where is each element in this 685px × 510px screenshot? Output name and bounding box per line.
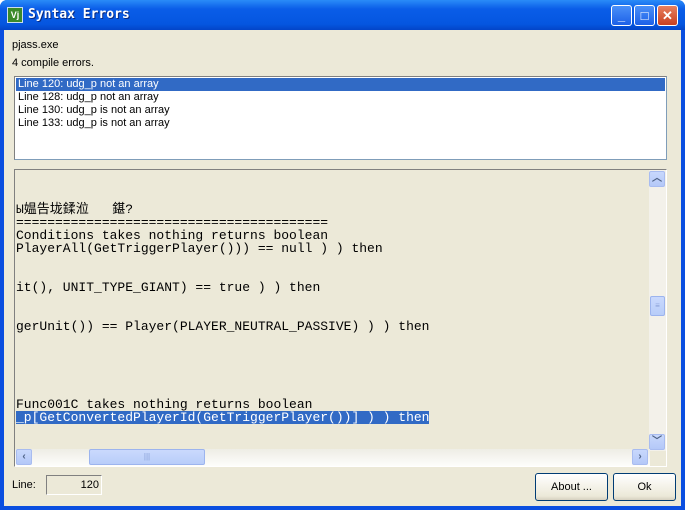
scroll-up-icon[interactable]: ︿ [649,171,665,187]
ok-button[interactable]: Ok [613,473,676,501]
about-button[interactable]: About ... [535,473,608,501]
code-line: gerUnit()) == Player(PLAYER_NEUTRAL_PASS… [16,319,430,334]
minimize-button[interactable]: _ [611,5,632,26]
error-summary: 4 compile errors. [12,57,94,69]
code-line: PlayerAll(GetTriggerPlayer())) == null )… [16,241,383,256]
vertical-scrollbar[interactable]: ︿ ≡ ﹀ [649,170,666,451]
dialog-body: pjass.exe 4 compile errors. Line 120: ud… [4,30,681,506]
app-icon: Vj [7,7,23,23]
program-label: pjass.exe [12,39,59,51]
title-bar[interactable]: Vj Syntax Errors _ □ ✕ [0,0,685,30]
code-line: _p[GetConvertedPlayerId(GetTriggerPlayer… [16,410,430,425]
line-label: Line: [12,479,36,491]
error-list[interactable]: Line 120: udg_p not an array Line 128: ud… [14,76,667,160]
error-list-item[interactable]: Line 120: udg_p not an array [16,78,665,91]
code-lines: Ы媪告垅鍒涖 鍖? ===============================… [16,177,430,425]
code-line: it(), UNIT_TYPE_GIANT) == true ) ) then [16,280,321,295]
line-number-field: 120 [46,475,102,495]
vertical-scroll-thumb[interactable]: ≡ [650,296,665,316]
scroll-right-icon[interactable]: › [632,449,648,465]
scroll-down-icon[interactable]: ﹀ [649,434,665,450]
horizontal-scroll-thumb[interactable]: ||| [89,449,205,465]
horizontal-scrollbar[interactable]: ‹ ||| › [15,449,650,466]
close-button[interactable]: ✕ [657,5,678,26]
scroll-left-icon[interactable]: ‹ [16,449,32,465]
error-list-item[interactable]: Line 128: udg_p not an array [16,91,665,104]
syntax-errors-window: Vj Syntax Errors _ □ ✕ pjass.exe 4 compi… [0,0,685,510]
error-list-item[interactable]: Line 130: udg_p is not an array [16,104,665,117]
window-title: Syntax Errors [28,7,130,22]
maximize-button[interactable]: □ [634,5,655,26]
error-list-item[interactable]: Line 133: udg_p is not an array [16,117,665,130]
code-view[interactable]: Ы媪告垅鍒涖 鍖? ===============================… [14,169,667,467]
